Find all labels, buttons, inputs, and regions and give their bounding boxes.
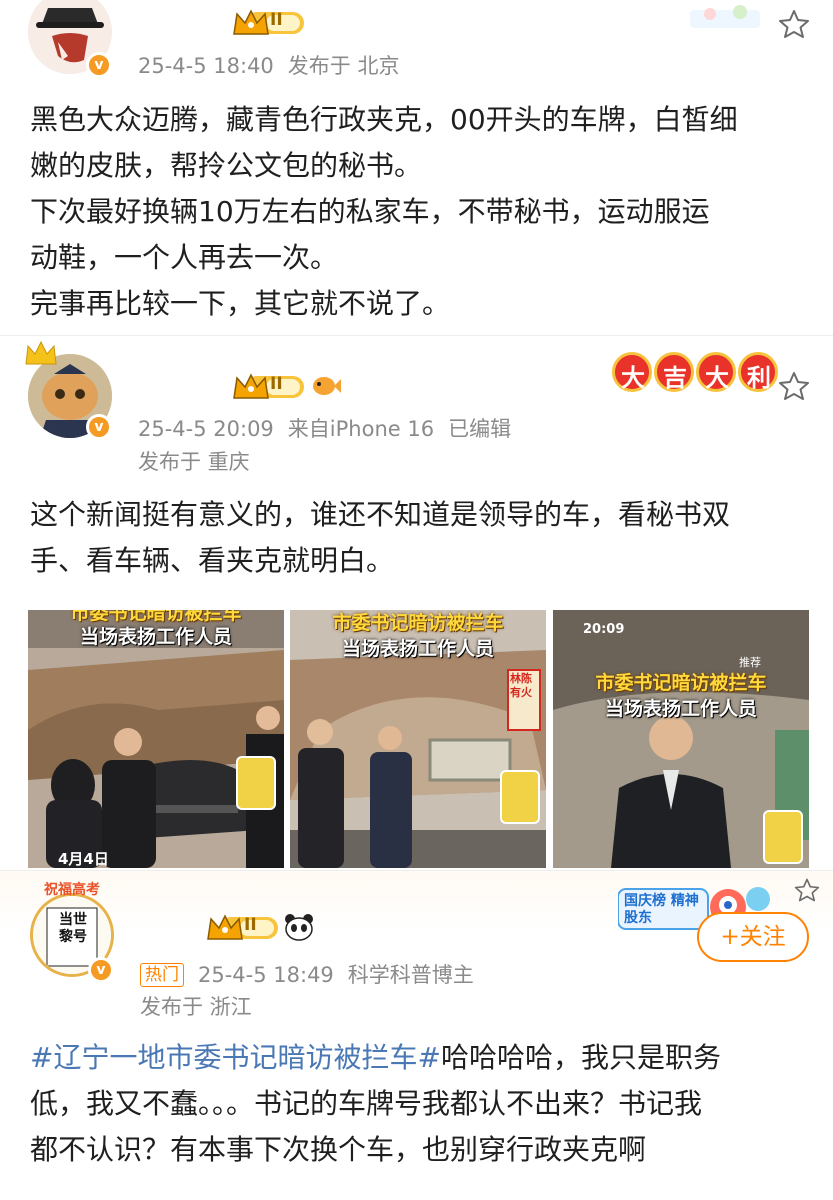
post-device: 来自iPhone 16 [287, 417, 435, 441]
star-favorite-icon[interactable] [778, 370, 810, 402]
image-subheadline: 当场表扬工作人员 [341, 638, 494, 660]
post-line: 黑色大众迈腾，藏青色行政夹克，00开头的车牌，白皙细 [30, 103, 738, 136]
user-title: 科学科普博主 [347, 963, 474, 987]
post-timestamp: 25-4-5 20:09 [138, 417, 274, 441]
rank-label: II [270, 374, 283, 394]
watermark-stamp [763, 810, 803, 864]
post-body: 黑色大众迈腾，藏青色行政夹克，00开头的车牌，白皙细 嫩的皮肤，帮拎公文包的秘书… [30, 97, 738, 327]
lucky-decoration: 大吉大利 [612, 346, 782, 400]
post-meta: 25-4-5 20:09 来自iPhone 16 已编辑 [138, 413, 525, 443]
post-line: 下次最好换辆10万左右的私家车，不带秘书，运动服运 [30, 195, 710, 228]
post-line-rest: 哈哈哈哈，我只是职务 [440, 1041, 721, 1074]
panda-emoji-icon [285, 914, 313, 941]
post-meta: 25-4-5 18:40 发布于 北京 [138, 50, 413, 80]
banner-text: 国庆榜 精神股东 [624, 893, 699, 926]
image-subheadline: 当场表扬工作人员 [604, 698, 757, 720]
post-edited: 已编辑 [448, 417, 512, 441]
phone-time: 20:09 [583, 622, 625, 637]
follow-button[interactable]: +关注 [697, 912, 809, 962]
verified-badge-icon: v [88, 957, 114, 983]
post-body: #辽宁一地市委书记暗访被拦车#哈哈哈哈，我只是职务 低，我又不蠢。。。书记的车牌… [30, 1035, 721, 1173]
post-line: #辽宁一地市委书记暗访被拦车#哈哈哈哈，我只是职务 [30, 1035, 721, 1081]
fish-emoji-icon [313, 377, 341, 395]
post-meta: 热门 25-4-5 18:49 科学科普博主 [140, 959, 488, 989]
lucky-text: 大吉大利 [621, 364, 789, 392]
watermark-stamp [236, 756, 276, 810]
verified-badge-icon: v [86, 414, 112, 440]
image-headline: 市委书记暗访被拦车 [332, 612, 504, 634]
crown-icon [25, 340, 57, 365]
star-favorite-icon[interactable] [794, 877, 820, 903]
post-line: 这个新闻挺有意义的，谁还不知道是领导的车，看秘书双 [30, 498, 731, 531]
post-location: 发布于 重庆 [138, 450, 250, 474]
comment-card-1: v II 25-4-5 18:40 发布于 北京 黑色大众迈腾，藏青色行政夹克，0… [0, 0, 833, 335]
avatar-banner-text: 祝福高考 [44, 882, 100, 898]
rank-label: II [244, 915, 257, 935]
image-headline: 市委书记暗访被拦车 [595, 672, 767, 694]
rank-label: II [270, 10, 283, 30]
post-location: 发布于 浙江 [140, 995, 252, 1019]
hot-tag: 热门 [140, 963, 184, 987]
rank-crown-badge-icon [233, 9, 304, 35]
post-image-1[interactable]: 市委书记暗访被拦车 当场表扬工作人员 4月4日 [28, 610, 284, 868]
post-line: 完事再比较一下，其它就不说了。 [30, 287, 451, 320]
post-timestamp: 25-4-5 18:40 [138, 54, 274, 78]
star-favorite-icon[interactable] [778, 8, 810, 40]
post-location: 发布于 北京 [287, 54, 400, 78]
post-line: 嫩的皮肤，帮拎公文包的秘书。 [30, 149, 423, 182]
watermark-stamp [500, 770, 540, 824]
post-line: 低，我又不蠢。。。书记的车牌号我都认不出来？书记我 [30, 1087, 703, 1120]
post-timestamp: 25-4-5 18:49 [198, 963, 334, 987]
post-image-3[interactable]: 20:09 推荐 市委书记暗访被拦车 当场表扬工作人员 [553, 610, 809, 868]
post-image-2[interactable]: 市委书记暗访被拦车 当场表扬工作人员 林陈有火 [290, 610, 546, 868]
post-line: 动鞋，一个人再去一次。 [30, 241, 339, 274]
rank-crown-badge-icon [207, 914, 278, 940]
image-subheadline: 当场表扬工作人员 [79, 626, 232, 648]
post-line: 都不认识？有本事下次换个车，也别穿行政夹克啊 [30, 1133, 647, 1166]
image-date: 4月4日 [58, 850, 109, 868]
image-sign-text: 林陈有火 [510, 672, 532, 699]
post-line: 手、看车辆、看夹克就明白。 [30, 544, 395, 577]
hashtag-link[interactable]: #辽宁一地市委书记暗访被拦车# [30, 1041, 441, 1074]
rank-crown-badge-icon [233, 373, 304, 399]
decoration-sticker-icon [690, 5, 760, 28]
post-body: 这个新闻挺有意义的，谁还不知道是领导的车，看秘书双 手、看车辆、看夹克就明白。 [30, 492, 730, 584]
avatar-calligraphy-text: 当世黎号 [59, 912, 87, 945]
verified-badge-icon: v [86, 52, 112, 78]
